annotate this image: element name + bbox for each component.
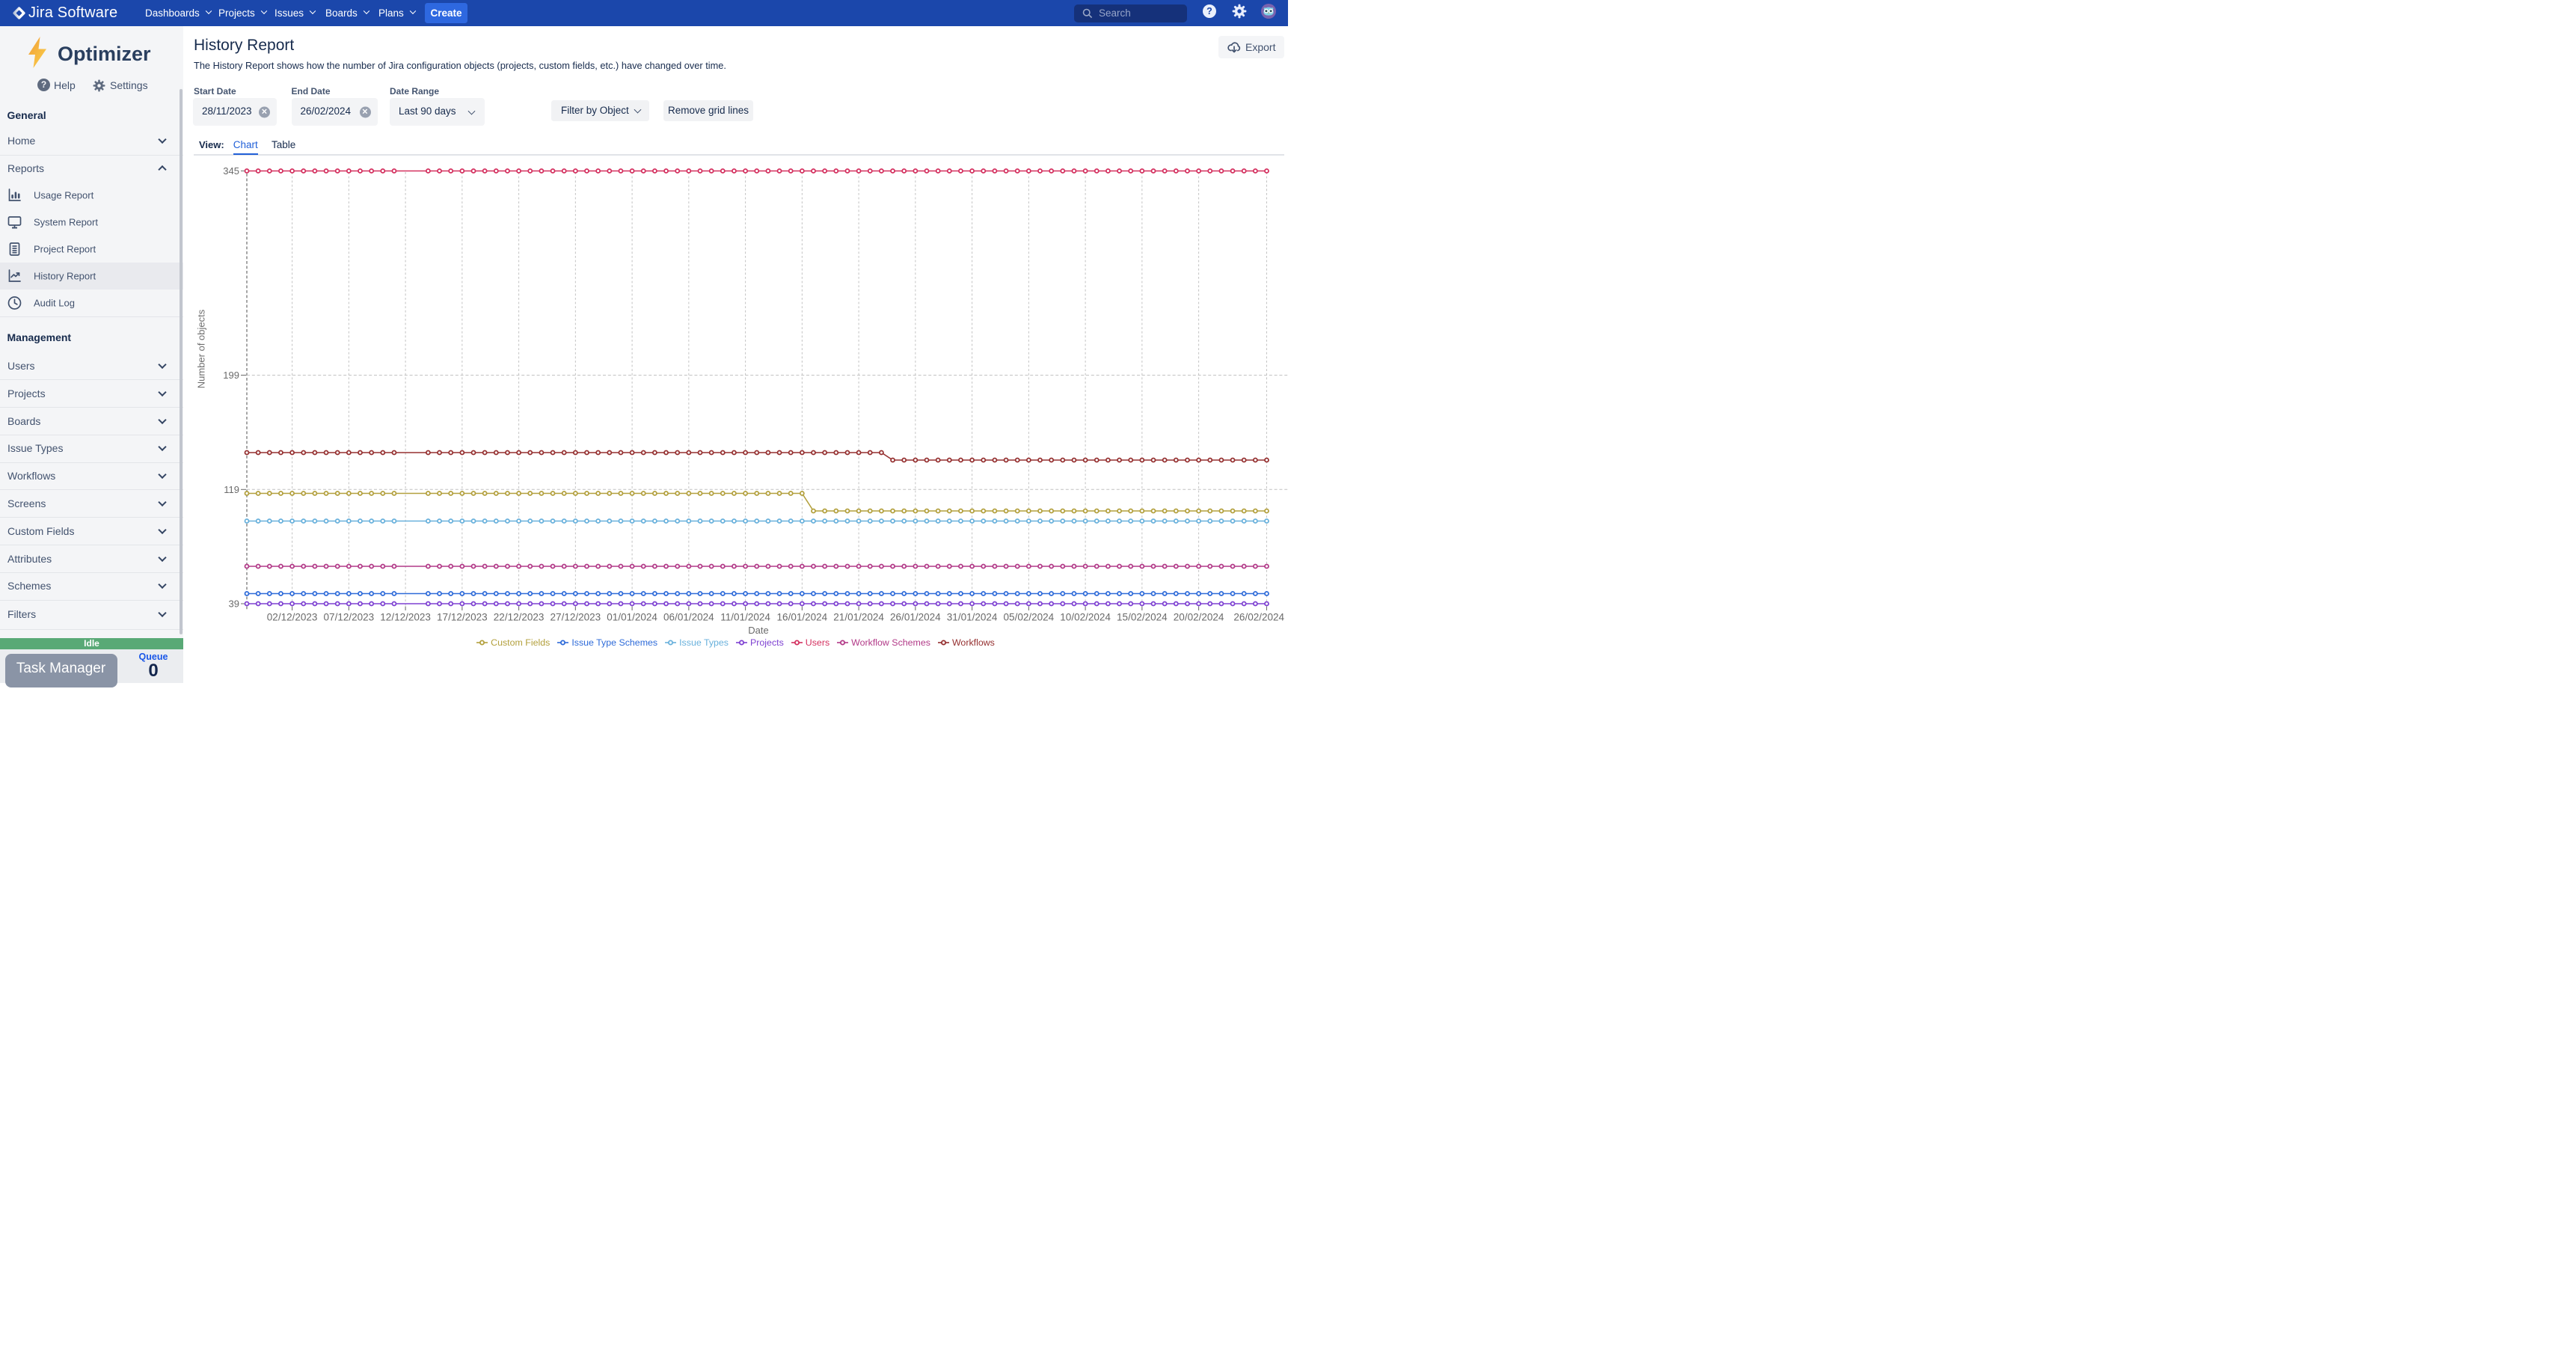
svg-text:39: 39 — [229, 598, 239, 610]
svg-text:199: 199 — [223, 370, 239, 381]
svg-text:31/01/2024: 31/01/2024 — [947, 612, 998, 623]
svg-text:06/01/2024: 06/01/2024 — [663, 612, 714, 623]
svg-text:07/12/2023: 07/12/2023 — [324, 612, 375, 623]
svg-text:11/01/2024: 11/01/2024 — [720, 612, 770, 623]
svg-text:17/12/2023: 17/12/2023 — [437, 612, 488, 623]
svg-text:119: 119 — [224, 484, 239, 495]
svg-text:05/02/2024: 05/02/2024 — [1004, 612, 1055, 623]
svg-text:10/02/2024: 10/02/2024 — [1060, 612, 1111, 623]
svg-text:16/01/2024: 16/01/2024 — [777, 612, 828, 623]
svg-text:20/02/2024: 20/02/2024 — [1174, 612, 1224, 623]
svg-text:02/12/2023: 02/12/2023 — [267, 612, 318, 623]
svg-text:01/01/2024: 01/01/2024 — [607, 612, 657, 623]
svg-text:345: 345 — [223, 165, 239, 177]
svg-text:21/01/2024: 21/01/2024 — [833, 612, 884, 623]
svg-text:22/12/2023: 22/12/2023 — [494, 612, 545, 623]
svg-text:27/12/2023: 27/12/2023 — [551, 612, 601, 623]
svg-text:26/02/2024: 26/02/2024 — [1233, 612, 1284, 623]
svg-text:26/01/2024: 26/01/2024 — [890, 612, 941, 623]
svg-text:15/02/2024: 15/02/2024 — [1117, 612, 1168, 623]
svg-text:12/12/2023: 12/12/2023 — [380, 612, 431, 623]
